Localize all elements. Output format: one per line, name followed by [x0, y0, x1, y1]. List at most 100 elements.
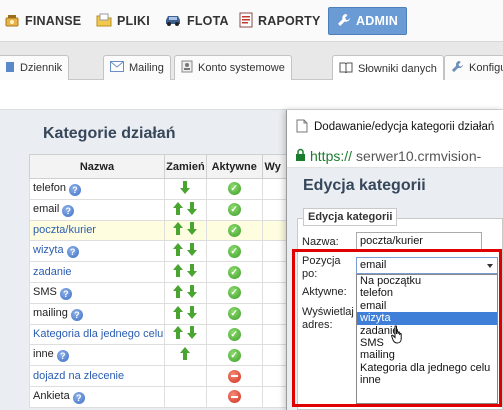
move-up-icon[interactable] [173, 222, 184, 236]
dropdown-option[interactable]: Kategoria dla jednego celu [357, 362, 497, 374]
table-row[interactable]: zadanie ✓ [29, 261, 300, 283]
tab-mailing-label: Mailing [129, 62, 164, 74]
table-row[interactable]: dojazd na zlecenie [29, 365, 300, 387]
column-header-nazwa[interactable]: Nazwa [29, 154, 165, 179]
category-name-cell[interactable]: dojazd na zlecenie [29, 365, 165, 387]
move-down-icon[interactable] [187, 243, 198, 257]
pozycja-label-line1: Pozycja [302, 255, 341, 267]
active-check-icon[interactable]: ✓ [227, 307, 241, 321]
popup-window-title: Dodawanie/edycja kategorii działań [314, 121, 495, 133]
active-check-icon[interactable]: ✓ [227, 203, 241, 217]
wrench-icon [337, 13, 351, 30]
dropdown-option[interactable]: email [357, 300, 497, 312]
wrench-icon [451, 60, 464, 76]
inactive-minus-icon[interactable] [227, 369, 241, 383]
column-header-zamien[interactable]: Zamień [163, 154, 207, 179]
move-up-icon[interactable] [173, 284, 184, 298]
report-icon [239, 12, 253, 31]
move-down-icon[interactable] [187, 201, 198, 215]
nav-raporty[interactable]: RAPORTY [239, 7, 321, 35]
page-title: Kategorie działań [43, 125, 176, 142]
inactive-minus-icon[interactable] [227, 390, 241, 404]
active-check-icon[interactable]: ✓ [227, 327, 241, 341]
move-down-icon[interactable] [180, 180, 191, 194]
help-icon[interactable]: ? [69, 183, 82, 196]
active-check-icon[interactable]: ✓ [227, 348, 241, 362]
dropdown-option[interactable]: SMS [357, 337, 497, 349]
category-name[interactable]: Kategoria dla jednego celu [33, 328, 163, 340]
move-up-icon[interactable] [173, 264, 184, 278]
url-scheme: https:// [310, 147, 353, 164]
aktywne-label: Aktywne: [302, 286, 347, 298]
table-row[interactable]: telefon? ✓ [29, 178, 300, 200]
category-name-cell[interactable]: zadanie [29, 261, 165, 283]
active-cell: ✓ [205, 178, 263, 200]
help-icon[interactable]: ? [66, 246, 79, 259]
table-row[interactable]: mailing? ✓ [29, 302, 300, 325]
help-icon[interactable]: ? [56, 350, 69, 363]
category-name-cell[interactable]: Kategoria dla jednego celu [29, 323, 165, 346]
help-icon[interactable]: ? [62, 204, 75, 217]
active-check-icon[interactable]: ✓ [227, 244, 241, 258]
move-down-icon[interactable] [187, 326, 198, 340]
table-row[interactable]: Kategoria dla jednego celu ✓ [29, 323, 300, 346]
dropdown-option[interactable]: mailing [357, 349, 497, 361]
move-up-icon[interactable] [173, 243, 184, 257]
dropdown-option[interactable]: inne [357, 374, 497, 386]
lock-icon [295, 148, 306, 164]
table-row[interactable]: SMS? ✓ [29, 281, 300, 304]
category-name-cell[interactable]: poczta/kurier [29, 219, 165, 242]
dropdown-option[interactable]: wizyta [357, 312, 497, 325]
move-up-icon[interactable] [180, 347, 191, 361]
category-name-cell[interactable]: wizyta? [29, 240, 165, 263]
tab-konto-systemowe[interactable]: Konto systemowe [174, 55, 292, 80]
nav-pliki[interactable]: PLIKI [96, 7, 150, 35]
nav-admin[interactable]: ADMIN [328, 7, 407, 35]
dropdown-option[interactable]: telefon [357, 287, 497, 299]
pozycja-select[interactable]: email [356, 257, 498, 274]
move-cell [163, 178, 207, 200]
table-row[interactable]: poczta/kurier ✓ [29, 219, 300, 242]
move-down-icon[interactable] [187, 284, 198, 298]
tab-slowniki-danych[interactable]: Słowniki danych [332, 55, 444, 81]
category-name[interactable]: wizyta [33, 244, 64, 256]
help-icon[interactable]: ? [72, 391, 85, 404]
tab-dziennik[interactable]: Dziennik [0, 55, 70, 80]
active-check-icon[interactable]: ✓ [227, 286, 241, 300]
move-cell [163, 344, 207, 367]
move-up-icon[interactable] [173, 305, 184, 319]
move-down-icon[interactable] [187, 222, 198, 236]
money-icon [4, 12, 20, 31]
active-check-icon[interactable]: ✓ [227, 223, 241, 237]
category-name[interactable]: zadanie [33, 266, 72, 278]
active-check-icon[interactable]: ✓ [227, 265, 241, 279]
nazwa-input[interactable] [356, 232, 482, 250]
mail-icon [110, 61, 124, 75]
move-down-icon[interactable] [187, 264, 198, 278]
column-header-aktywne[interactable]: Aktywne [205, 154, 263, 179]
nav-finanse[interactable]: FINANSE [4, 7, 81, 35]
popup-heading: Edycja kategorii [303, 177, 426, 194]
popup-address-bar[interactable]: https://serwer10.crmvision- [287, 144, 503, 168]
tab-mailing[interactable]: Mailing [103, 55, 171, 80]
help-icon[interactable]: ? [59, 287, 72, 300]
category-name[interactable]: poczta/kurier [33, 224, 96, 236]
table-row[interactable]: email? ✓ [29, 198, 300, 221]
active-check-icon[interactable]: ✓ [227, 182, 241, 196]
active-cell [205, 365, 263, 387]
nav-flota[interactable]: FLOTA [164, 7, 229, 35]
help-icon[interactable]: ? [70, 308, 83, 321]
table-row[interactable]: Ankieta? [29, 385, 300, 408]
table-row[interactable]: wizyta? ✓ [29, 240, 300, 263]
move-up-icon[interactable] [173, 326, 184, 340]
category-name[interactable]: dojazd na zlecenie [33, 370, 124, 382]
move-cell [163, 219, 207, 242]
dropdown-option[interactable]: zadanie [357, 325, 497, 337]
dropdown-option[interactable]: Na początku [357, 275, 497, 287]
move-up-icon[interactable] [173, 201, 184, 215]
move-down-icon[interactable] [187, 305, 198, 319]
table-row[interactable]: inne? ✓ [29, 344, 300, 367]
popup-titlebar: Dodawanie/edycja kategorii działań [287, 110, 503, 144]
tab-konfiguracja[interactable]: Konfigu [444, 55, 503, 80]
car-icon [164, 13, 182, 30]
